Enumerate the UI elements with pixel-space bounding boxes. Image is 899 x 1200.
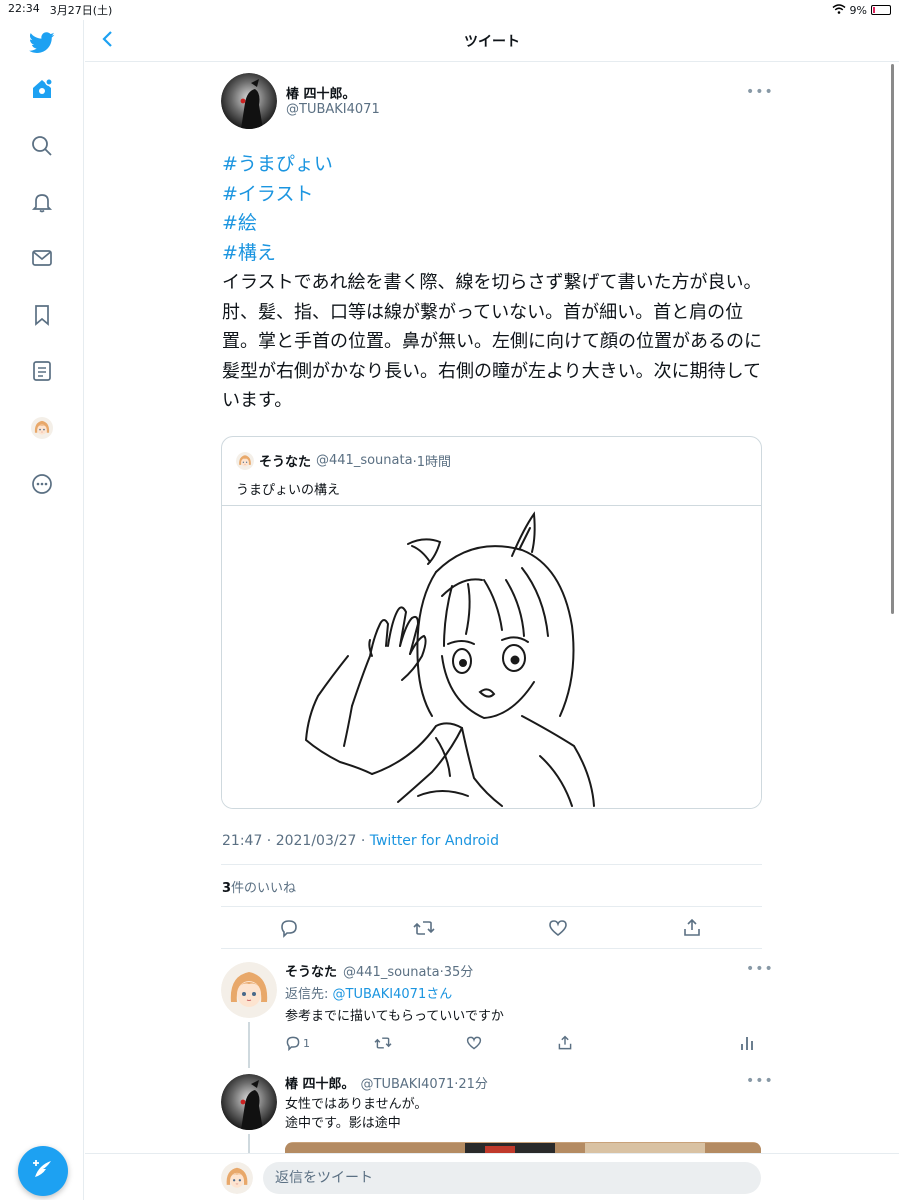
wifi-icon bbox=[832, 3, 846, 17]
reply-header: そうなた @441_sounata·35分 bbox=[285, 961, 473, 980]
reply-header: 椿 四十郎。 @TUBAKI4071·21分 bbox=[285, 1073, 488, 1092]
reply-icon bbox=[281, 920, 297, 938]
divider bbox=[221, 906, 762, 907]
home-icon[interactable] bbox=[27, 74, 57, 104]
chevron-left-icon bbox=[101, 30, 115, 52]
scrollbar[interactable] bbox=[891, 64, 894, 614]
likes-summary[interactable]: 3件のいいね bbox=[222, 877, 296, 896]
more-options-icon[interactable] bbox=[27, 469, 57, 499]
battery-percent: 9% bbox=[849, 3, 867, 17]
sidebar bbox=[0, 20, 84, 1200]
divider bbox=[221, 948, 762, 949]
share-icon bbox=[684, 918, 700, 936]
retweet-icon bbox=[413, 921, 435, 935]
quoted-author-handle: @441_sounata bbox=[316, 453, 413, 468]
tweet-timestamp: 21:47 · 2021/03/27 · bbox=[222, 833, 370, 849]
reply-time: ·35分 bbox=[439, 965, 474, 980]
tweet-meta: 21:47 · 2021/03/27 · Twitter for Android bbox=[222, 833, 499, 849]
lists-icon[interactable] bbox=[27, 356, 57, 386]
page-title: ツイート bbox=[464, 33, 520, 50]
compose-tweet-icon bbox=[31, 1157, 55, 1185]
reply-button[interactable] bbox=[277, 916, 301, 940]
reply-author-handle[interactable]: @441_sounata bbox=[343, 965, 440, 980]
author-name[interactable]: 椿 四十郎。 bbox=[286, 83, 356, 102]
author-avatar[interactable] bbox=[221, 73, 277, 129]
hashtag-link[interactable]: #うまぴょい bbox=[222, 150, 333, 180]
tweet-body-text: イラストであれ絵を書く際、線を切らさず繋げて書いた方が良い。肘、髪、指、口等は線… bbox=[222, 272, 762, 411]
status-bar: 22:34 3月27日(土) 9% bbox=[0, 0, 899, 20]
reply-more-icon[interactable]: ••• bbox=[746, 1073, 774, 1089]
battery-icon bbox=[871, 5, 891, 15]
reply-text: 女性ではありませんが。 途中です。影は途中 bbox=[285, 1095, 427, 1133]
reply-to-line: 返信先: @TUBAKI4071さん bbox=[285, 983, 452, 1002]
reply-to-label: 返信先: bbox=[285, 987, 333, 1002]
share-button[interactable] bbox=[680, 916, 704, 940]
like-button[interactable] bbox=[546, 916, 570, 940]
reply-more-icon[interactable]: ••• bbox=[746, 961, 774, 977]
quoted-tweet-header: そうなた @441_sounata ·1時間 bbox=[236, 451, 451, 470]
heart-icon bbox=[549, 920, 567, 937]
reply-author-name[interactable]: 椿 四十郎。 bbox=[285, 1077, 355, 1092]
reply-author-handle[interactable]: @TUBAKI4071 bbox=[361, 1077, 455, 1092]
reply-analytics-button[interactable] bbox=[740, 1034, 754, 1052]
quoted-tweet-time: ·1時間 bbox=[412, 455, 451, 470]
sketch-drawing bbox=[304, 511, 595, 807]
reply-reply-button[interactable]: 1 bbox=[285, 1034, 310, 1052]
quoted-author-avatar bbox=[236, 451, 254, 470]
compose-tweet-button[interactable] bbox=[18, 1146, 68, 1196]
quoted-tweet-image[interactable] bbox=[222, 505, 761, 808]
divider bbox=[221, 864, 762, 865]
thread-line bbox=[248, 1022, 250, 1068]
retweet-icon bbox=[374, 1037, 392, 1049]
hashtag-list: #うまぴょい #イラスト #絵 #構え bbox=[222, 150, 333, 269]
current-user-avatar bbox=[221, 1162, 253, 1194]
explore-search-icon[interactable] bbox=[27, 131, 57, 161]
reply-time: ·21分 bbox=[454, 1077, 488, 1092]
status-time: 22:34 bbox=[8, 2, 40, 15]
hashtag-link[interactable]: #イラスト bbox=[222, 180, 333, 210]
author-handle[interactable]: @TUBAKI4071 bbox=[286, 102, 380, 117]
heart-icon bbox=[466, 1036, 482, 1050]
reply-count: 1 bbox=[303, 1036, 310, 1050]
hashtag-link[interactable]: #構え bbox=[222, 239, 333, 269]
twitter-logo-icon[interactable] bbox=[27, 28, 57, 58]
notifications-bell-icon[interactable] bbox=[27, 187, 57, 217]
messages-mail-icon[interactable] bbox=[27, 243, 57, 273]
reply-text: 参考までに描いてもらっていいですか bbox=[285, 1009, 504, 1024]
quoted-tweet-card[interactable]: そうなた @441_sounata ·1時間 うまぴょいの構え bbox=[221, 436, 762, 809]
reply-author-name[interactable]: そうなた bbox=[285, 965, 337, 980]
analytics-icon bbox=[741, 1037, 753, 1050]
reply-share-button[interactable] bbox=[557, 1034, 573, 1052]
back-button[interactable] bbox=[95, 28, 121, 54]
likes-label: 件のいいね bbox=[231, 881, 297, 896]
reply-text-line: 女性ではありませんが。 bbox=[285, 1097, 428, 1112]
share-icon bbox=[558, 1035, 572, 1050]
reply-input[interactable] bbox=[263, 1162, 761, 1194]
bookmarks-icon[interactable] bbox=[27, 300, 57, 330]
quoted-tweet-text: うまぴょいの構え bbox=[236, 483, 341, 498]
reply-author-avatar[interactable] bbox=[221, 1074, 277, 1130]
quoted-author-name: そうなた bbox=[259, 455, 312, 470]
reply-retweet-button[interactable] bbox=[374, 1034, 392, 1052]
status-date: 3月27日(土) bbox=[49, 4, 113, 17]
likes-count: 3 bbox=[222, 881, 232, 896]
reply-icon bbox=[286, 1036, 300, 1051]
tweet-more-icon[interactable]: ••• bbox=[746, 84, 774, 100]
retweet-button[interactable] bbox=[412, 916, 436, 940]
profile-avatar-icon[interactable] bbox=[27, 413, 57, 443]
hashtag-link[interactable]: #絵 bbox=[222, 209, 333, 239]
reply-to-mention[interactable]: @TUBAKI4071さん bbox=[333, 987, 453, 1002]
reply-composer-bar bbox=[85, 1153, 899, 1200]
page-header: ツイート bbox=[85, 20, 899, 62]
reply-text-line: 途中です。影は途中 bbox=[285, 1116, 401, 1131]
tweet-source-link[interactable]: Twitter for Android bbox=[370, 833, 499, 849]
reply-like-button[interactable] bbox=[466, 1034, 482, 1052]
reply-author-avatar[interactable] bbox=[221, 962, 277, 1018]
